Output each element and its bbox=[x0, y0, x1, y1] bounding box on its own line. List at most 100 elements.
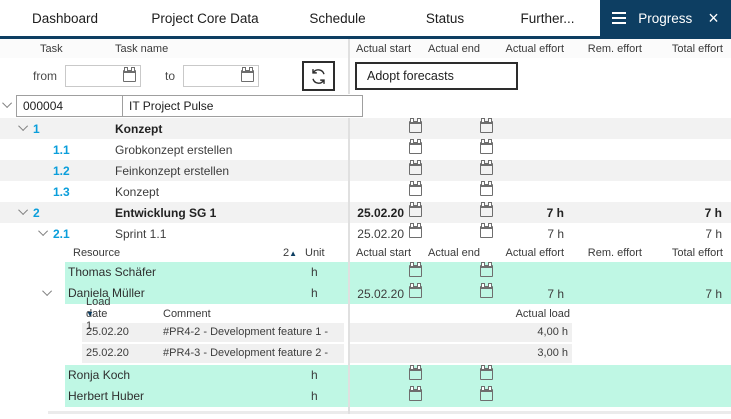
tab-bar: Dashboard Project Core Data Schedule Sta… bbox=[0, 0, 731, 36]
to-date-input[interactable] bbox=[184, 66, 239, 86]
load-row[interactable]: 25.02.20 #PR4-3 - Development feature 2 … bbox=[0, 344, 731, 365]
calendar-icon[interactable] bbox=[480, 121, 493, 133]
calendar-icon[interactable] bbox=[480, 286, 493, 298]
chevron-down-icon[interactable] bbox=[20, 124, 30, 134]
task-name: Konzept bbox=[115, 185, 159, 199]
resource-unit: h bbox=[303, 365, 348, 386]
project-box[interactable]: 000004 IT Project Pulse bbox=[16, 95, 363, 117]
col-actual-load[interactable]: Actual load bbox=[349, 308, 572, 320]
calendar-icon[interactable] bbox=[480, 163, 493, 175]
sort-indicator[interactable]: 2▲ bbox=[283, 247, 297, 259]
col-resource[interactable]: Resource bbox=[73, 247, 120, 259]
chevron-down-icon[interactable] bbox=[20, 208, 30, 218]
calendar-icon[interactable] bbox=[409, 205, 422, 217]
refresh-button[interactable] bbox=[302, 61, 335, 91]
chevron-down-icon[interactable] bbox=[44, 289, 54, 299]
table-row[interactable]: 1.2 Feinkonzept erstellen bbox=[0, 160, 731, 181]
task-number: 1.1 bbox=[53, 143, 70, 157]
calendar-icon[interactable] bbox=[409, 142, 422, 154]
calendar-icon[interactable] bbox=[409, 265, 422, 277]
table-row[interactable]: 2.1 Sprint 1.1 25.02.20 7 h 7 h bbox=[0, 223, 731, 244]
calendar-icon[interactable] bbox=[480, 142, 493, 154]
actual-effort-value: 7 h bbox=[494, 227, 564, 241]
to-label: to bbox=[165, 69, 175, 83]
calendar-icon[interactable] bbox=[480, 184, 493, 196]
col-unit[interactable]: Unit bbox=[305, 247, 325, 259]
task-name: Grobkonzept erstellen bbox=[115, 143, 232, 157]
col-task: Task bbox=[40, 43, 63, 55]
calendar-icon[interactable] bbox=[241, 70, 254, 82]
task-name: Feinkonzept erstellen bbox=[115, 164, 229, 178]
col-total-effort: Total effort bbox=[646, 247, 731, 259]
actual-effort-value: 7 h bbox=[494, 206, 564, 220]
calendar-icon[interactable] bbox=[409, 389, 422, 401]
to-date-field[interactable] bbox=[183, 65, 259, 87]
calendar-icon[interactable] bbox=[409, 121, 422, 133]
calendar-icon[interactable] bbox=[480, 205, 493, 217]
project-id[interactable]: 000004 bbox=[17, 96, 123, 116]
bottom-scrollbar-track[interactable] bbox=[48, 411, 731, 414]
calendar-icon[interactable] bbox=[409, 226, 422, 238]
task-number: 1.3 bbox=[53, 185, 70, 199]
chevron-down-icon[interactable] bbox=[40, 229, 50, 239]
resource-unit: h bbox=[303, 283, 348, 304]
close-icon[interactable]: × bbox=[708, 9, 719, 27]
table-row[interactable]: 2 Entwicklung SG 1 25.02.20 7 h 7 h bbox=[0, 202, 731, 223]
load-comment-value: #PR4-2 - Development feature 1 - bbox=[163, 323, 344, 342]
calendar-icon[interactable] bbox=[480, 389, 493, 401]
tab-progress-active[interactable]: Progress × bbox=[600, 0, 731, 36]
calendar-icon[interactable] bbox=[123, 70, 136, 82]
resource-row[interactable]: Thomas Schäfer h bbox=[0, 262, 731, 283]
adopt-forecasts-button[interactable]: Adopt forecasts bbox=[355, 62, 518, 90]
table-row[interactable]: 1 Konzept bbox=[0, 118, 731, 139]
column-header-row: Task Task name Actual start Actual end A… bbox=[0, 39, 731, 58]
resource-row[interactable]: Ronja Koch h bbox=[0, 365, 731, 386]
table-row[interactable]: 1.3 Konzept bbox=[0, 181, 731, 202]
menu-icon[interactable] bbox=[612, 12, 626, 24]
calendar-icon[interactable] bbox=[480, 368, 493, 380]
tab-further[interactable]: Further... bbox=[495, 0, 600, 36]
calendar-icon[interactable] bbox=[480, 265, 493, 277]
table-row[interactable]: 1.1 Grobkonzept erstellen bbox=[0, 139, 731, 160]
tab-progress-label: Progress bbox=[638, 11, 692, 26]
col-actual-start: Actual start bbox=[348, 247, 426, 259]
col-actual-effort: Actual effort bbox=[492, 43, 568, 55]
calendar-icon[interactable] bbox=[409, 286, 422, 298]
calendar-icon[interactable] bbox=[409, 184, 422, 196]
col-actual-effort: Actual effort bbox=[492, 247, 568, 259]
from-date-field[interactable] bbox=[65, 65, 141, 87]
actual-load-value: 3,00 h bbox=[349, 344, 572, 363]
resource-unit: h bbox=[303, 386, 348, 407]
tab-status[interactable]: Status bbox=[395, 0, 495, 36]
col-comment[interactable]: Comment bbox=[163, 308, 211, 320]
resource-name: Thomas Schäfer bbox=[65, 262, 303, 283]
chevron-down-icon[interactable] bbox=[4, 101, 14, 111]
project-name[interactable]: IT Project Pulse bbox=[123, 96, 362, 116]
total-effort-value: 7 h bbox=[644, 287, 730, 301]
tab-project-core-data[interactable]: Project Core Data bbox=[130, 0, 280, 36]
calendar-icon[interactable] bbox=[409, 368, 422, 380]
from-date-input[interactable] bbox=[66, 66, 121, 86]
project-row[interactable]: 000004 IT Project Pulse bbox=[0, 94, 731, 118]
tab-schedule[interactable]: Schedule bbox=[280, 0, 395, 36]
total-effort-value: 7 h bbox=[644, 206, 730, 220]
load-comment-value: #PR4-3 - Development feature 2 - bbox=[163, 344, 344, 363]
load-date-value: 25.02.20 bbox=[82, 344, 163, 363]
resource-name: Ronja Koch bbox=[65, 365, 303, 386]
task-number: 2.1 bbox=[53, 227, 70, 241]
load-subtable: Load date 1▼ Comment Actual load 25.02.2… bbox=[0, 304, 731, 365]
col-total-effort: Total effort bbox=[646, 43, 731, 55]
resource-row[interactable]: Herbert Huber h bbox=[0, 386, 731, 407]
col-task-name: Task name bbox=[115, 43, 168, 55]
task-name: Konzept bbox=[115, 122, 162, 136]
calendar-icon[interactable] bbox=[480, 226, 493, 238]
total-effort-value: 7 h bbox=[644, 227, 730, 241]
task-name: Sprint 1.1 bbox=[115, 227, 166, 241]
actual-start-value: 25.02.20 bbox=[348, 287, 406, 301]
task-name: Entwicklung SG 1 bbox=[115, 206, 216, 220]
actual-start-value: 25.02.20 bbox=[348, 227, 406, 241]
resource-name: Herbert Huber bbox=[65, 386, 303, 407]
actual-load-value: 4,00 h bbox=[349, 323, 572, 342]
calendar-icon[interactable] bbox=[409, 163, 422, 175]
tab-dashboard[interactable]: Dashboard bbox=[0, 0, 130, 36]
